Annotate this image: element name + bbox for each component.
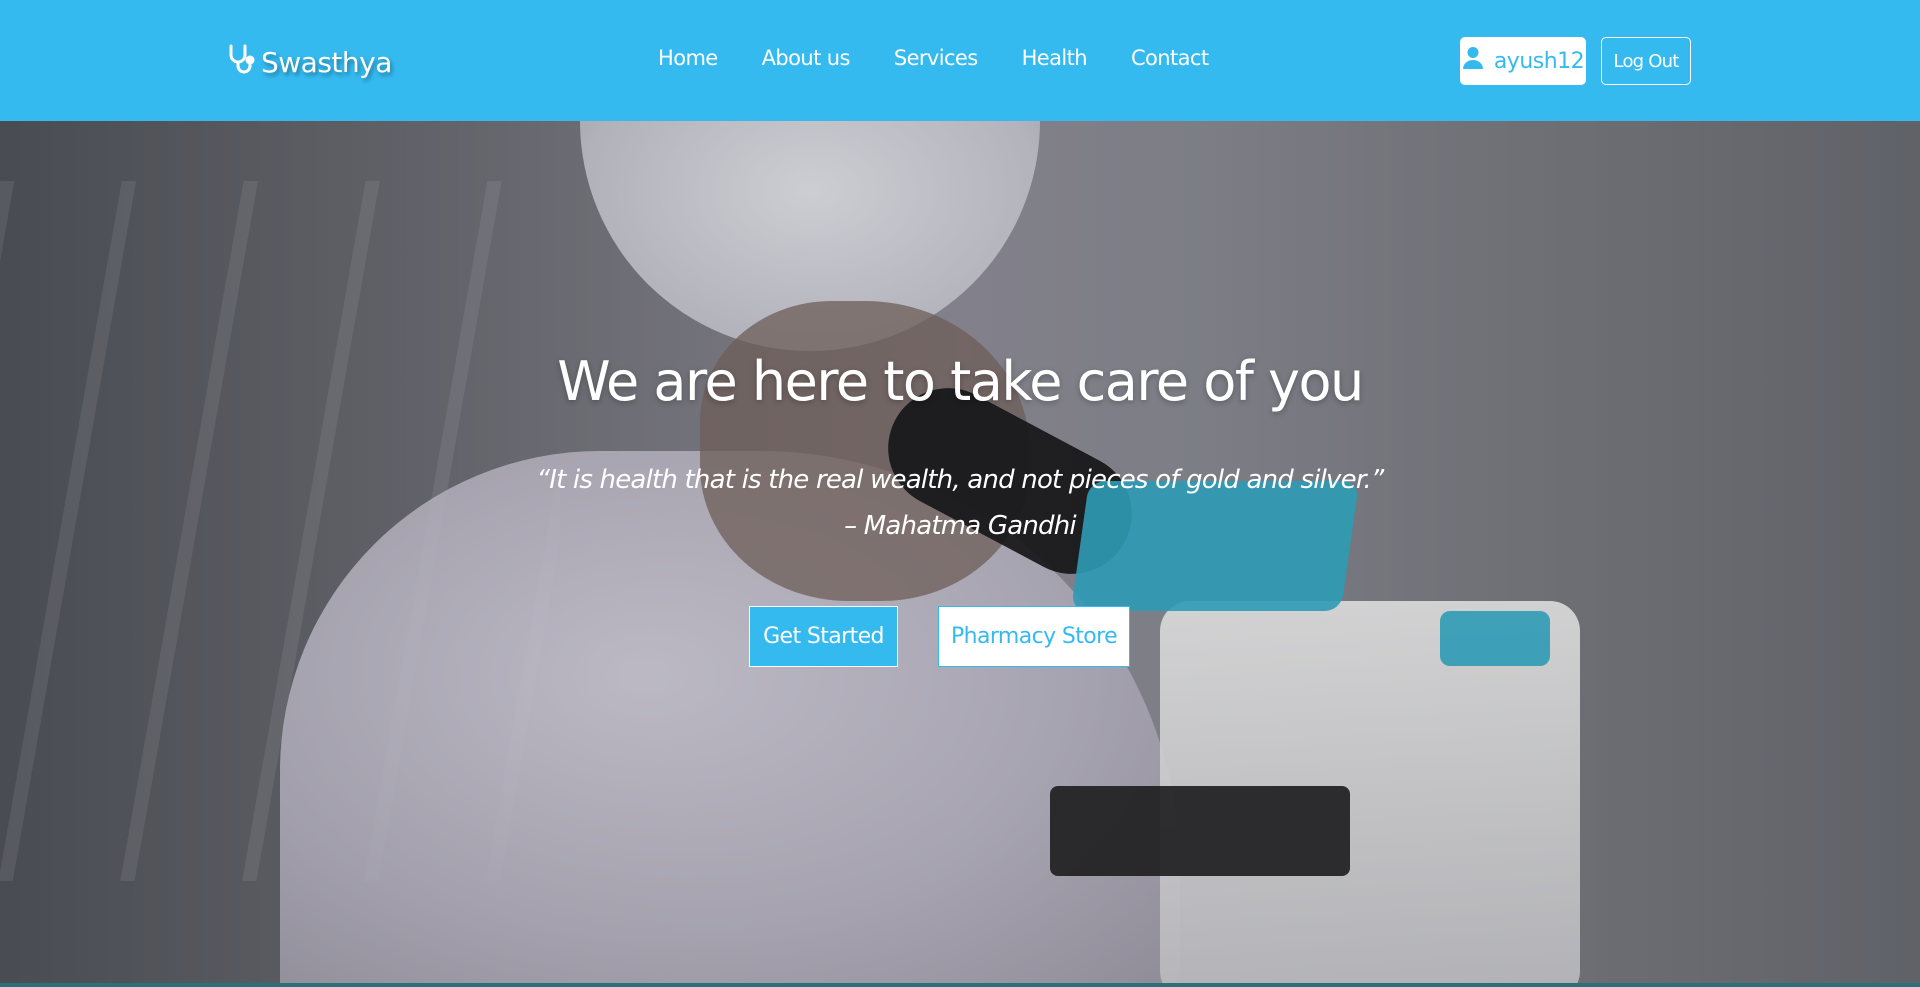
get-started-button[interactable]: Get Started <box>749 606 898 667</box>
hero-title: We are here to take care of you <box>557 350 1364 413</box>
nav-link-services[interactable]: Services <box>894 46 978 70</box>
hero-image-microscope-stage <box>1050 786 1350 876</box>
nav-link-contact[interactable]: Contact <box>1131 46 1209 70</box>
stethoscope-icon <box>227 43 255 82</box>
quote-author: – Mahatma Gandhi <box>844 511 1077 541</box>
hero-image-microscope-knob <box>1440 611 1550 666</box>
main-nav: Home About us Services Health Contact <box>658 46 1209 70</box>
hero-section: We are here to take care of you “It is h… <box>0 121 1920 987</box>
brand-logo[interactable]: Swasthya <box>227 43 392 82</box>
hero-quote: “It is health that is the real wealth, a… <box>0 457 1920 549</box>
brand-name: Swasthya <box>261 46 392 79</box>
quote-text: “It is health that is the real wealth, a… <box>536 465 1385 495</box>
top-navbar: Swasthya Home About us Services Health C… <box>0 0 1920 121</box>
nav-link-home[interactable]: Home <box>658 46 718 70</box>
nav-link-health[interactable]: Health <box>1022 46 1088 70</box>
nav-link-about[interactable]: About us <box>762 46 851 70</box>
logout-button[interactable]: Log Out <box>1601 37 1691 85</box>
pharmacy-store-button[interactable]: Pharmacy Store <box>938 606 1130 667</box>
hero-actions: Get Started Pharmacy Store <box>749 606 1130 667</box>
user-icon <box>1462 46 1484 76</box>
username-label: ayush12 <box>1493 48 1585 74</box>
hero-bottom-divider <box>0 983 1920 987</box>
user-profile-button[interactable]: ayush12 <box>1460 37 1586 85</box>
